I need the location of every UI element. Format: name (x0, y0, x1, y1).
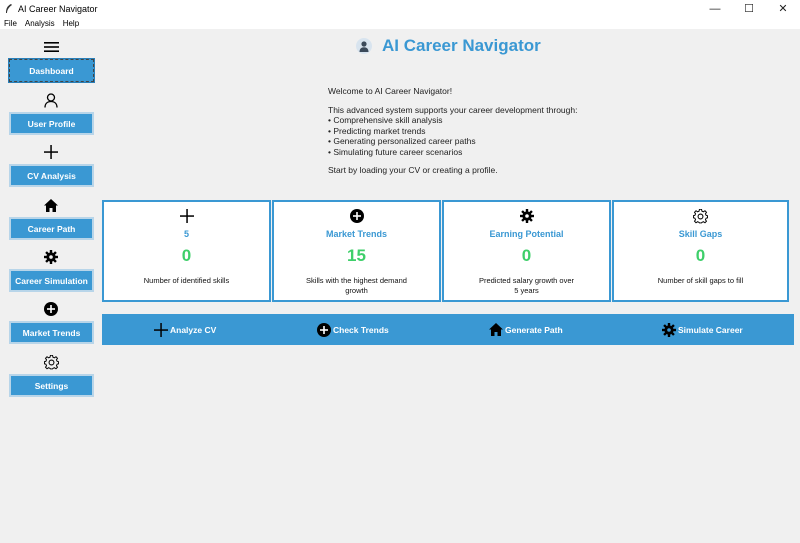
stat-card-skill-gaps: Skill Gaps 0 Number of skill gaps to fil… (612, 200, 789, 302)
stat-card-value: 0 (695, 246, 706, 265)
sidebar: Dashboard User Profile CV Analysis Caree… (0, 29, 102, 543)
check-trends-button[interactable]: Check Trends (316, 314, 389, 345)
page-header: AI Career Navigator (356, 36, 541, 56)
plus-circle-icon (274, 208, 439, 224)
stat-card-description: Predicted salary growth over 5 years (478, 276, 575, 295)
gear-filled-icon (661, 322, 677, 338)
action-label: Check Trends (333, 324, 389, 335)
page-title: AI Career Navigator (382, 36, 541, 55)
action-label: Analyze CV (170, 324, 217, 335)
menu-icon (43, 39, 59, 55)
window-title: AI Career Navigator (18, 3, 98, 14)
stat-card-earning-potential: Earning Potential 0 Predicted salary gro… (442, 200, 611, 302)
menu-bar: File Analysis Help (0, 17, 800, 29)
stat-card-market-trends: Market Trends 15 Skills with the highest… (272, 200, 441, 302)
gear-outline-icon (614, 208, 787, 224)
stat-card-skills: 5 0 Number of identified skills (102, 200, 271, 302)
stat-card-description: Number of identified skills (143, 276, 230, 285)
stat-card-description: Number of skill gaps to fill (657, 276, 744, 285)
stat-card-title: Earning Potential (489, 229, 564, 239)
title-bar: AI Career Navigator — ☐ ✕ (0, 0, 800, 17)
plus-icon (104, 208, 269, 224)
action-label: Simulate Career (678, 324, 743, 335)
plus-circle-icon (316, 322, 332, 338)
welcome-bullet: • Predicting market trends (328, 125, 426, 136)
welcome-cta: Start by loading your CV or creating a p… (328, 165, 498, 175)
sidebar-item-settings[interactable]: Settings (9, 374, 94, 397)
stat-card-value: 0 (181, 246, 192, 265)
stat-card-title: 5 (183, 229, 189, 239)
sidebar-item-dashboard[interactable]: Dashboard (8, 58, 95, 83)
gear-filled-icon (444, 208, 609, 224)
home-icon (43, 197, 59, 213)
menu-analysis[interactable]: Analysis (21, 19, 59, 28)
analyze-cv-button[interactable]: Analyze CV (153, 314, 216, 345)
welcome-bullet: • Simulating future career scenarios (328, 146, 463, 157)
welcome-bullet: • Generating personalized career paths (328, 136, 476, 146)
home-icon (488, 322, 504, 338)
stat-card-value: 0 (521, 246, 532, 265)
window-controls: — ☐ ✕ (698, 0, 800, 17)
simulate-career-button[interactable]: Simulate Career (661, 314, 743, 345)
sidebar-item-cv-analysis[interactable]: CV Analysis (9, 164, 94, 187)
maximize-button[interactable]: ☐ (732, 0, 766, 17)
sidebar-item-career-path[interactable]: Career Path (9, 217, 94, 240)
stat-card-description: Skills with the highest demand growth (306, 276, 407, 295)
menu-file[interactable]: File (0, 19, 21, 28)
avatar-icon (356, 38, 372, 54)
plus-icon (153, 322, 169, 338)
plus-icon (43, 144, 59, 160)
gear-outline-icon (43, 354, 59, 370)
sidebar-item-user-profile[interactable]: User Profile (9, 112, 94, 135)
action-label: Generate Path (505, 324, 563, 335)
generate-path-button[interactable]: Generate Path (488, 314, 563, 345)
welcome-text: Welcome to AI Career Navigator! This adv… (328, 86, 577, 176)
user-icon (43, 92, 59, 108)
menu-help[interactable]: Help (59, 19, 83, 28)
welcome-intro: This advanced system supports your caree… (328, 104, 578, 115)
stat-card-title: Skill Gaps (678, 229, 723, 239)
plus-circle-icon (43, 301, 59, 317)
close-button[interactable]: ✕ (766, 0, 800, 17)
gear-filled-icon (43, 249, 59, 265)
feather-icon (4, 3, 14, 14)
welcome-greeting: Welcome to AI Career Navigator! (328, 86, 453, 96)
stat-cards: 5 0 Number of identified skills Market T… (102, 200, 794, 302)
quick-actions-bar: Analyze CV Check Trends Generate Path Si… (102, 314, 794, 345)
sidebar-item-market-trends[interactable]: Market Trends (9, 321, 94, 344)
stat-card-title: Market Trends (325, 229, 388, 239)
minimize-button[interactable]: — (698, 0, 732, 17)
sidebar-item-career-simulation[interactable]: Career Simulation (9, 269, 94, 292)
stat-card-value: 15 (347, 246, 366, 265)
welcome-bullet: • Comprehensive skill analysis (328, 115, 443, 125)
